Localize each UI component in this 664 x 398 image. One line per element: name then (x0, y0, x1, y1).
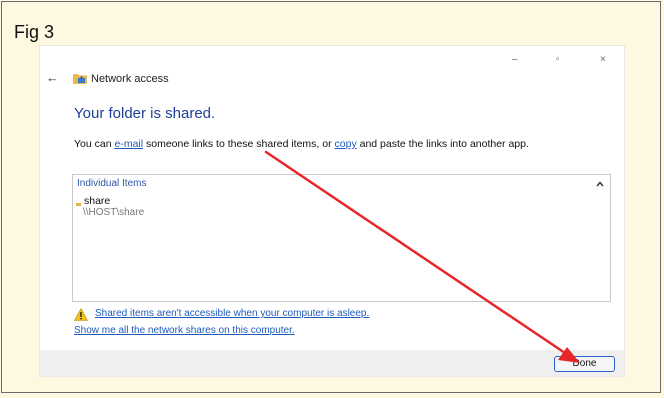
chevron-up-icon[interactable] (596, 181, 604, 187)
description-part: and paste the links into another app. (356, 138, 529, 150)
network-folder-icon (73, 74, 87, 84)
share-name: share (84, 195, 111, 207)
folder-icon (76, 203, 81, 206)
show-network-shares-link[interactable]: Show me all the network shares on this c… (74, 325, 295, 336)
email-link[interactable]: e-mail (114, 138, 143, 150)
figure-label: Fig 3 (14, 22, 55, 42)
description-part: You can (74, 138, 115, 150)
warning-icon (74, 308, 88, 321)
individual-items-header: Individual Items (77, 178, 147, 189)
copy-link[interactable]: copy (335, 138, 357, 150)
sleep-warning-link[interactable]: Shared items aren't accessible when your… (95, 308, 369, 319)
maximize-icon[interactable]: ▫ (556, 54, 560, 65)
window-title: Network access (91, 73, 169, 85)
page-heading: Your folder is shared. (74, 105, 216, 122)
network-access-window: – ▫ × ← Network access Your folder is sh… (40, 46, 624, 376)
description-part: someone links to these shared items, or (143, 138, 335, 150)
close-icon[interactable]: × (600, 54, 606, 65)
description-text: You can e-mail someone links to these sh… (74, 138, 529, 150)
figure-frame: Fig 3 – ▫ × ← Network access Your folder… (1, 1, 661, 393)
dialog-footer: Done (40, 350, 624, 376)
minimize-icon[interactable]: – (512, 54, 518, 65)
share-path: \\HOST\share (83, 207, 145, 218)
individual-items-box[interactable]: Individual Items share \\HOST\share (72, 174, 611, 302)
back-arrow-icon[interactable]: ← (46, 70, 59, 85)
done-button[interactable]: Done (554, 356, 615, 372)
